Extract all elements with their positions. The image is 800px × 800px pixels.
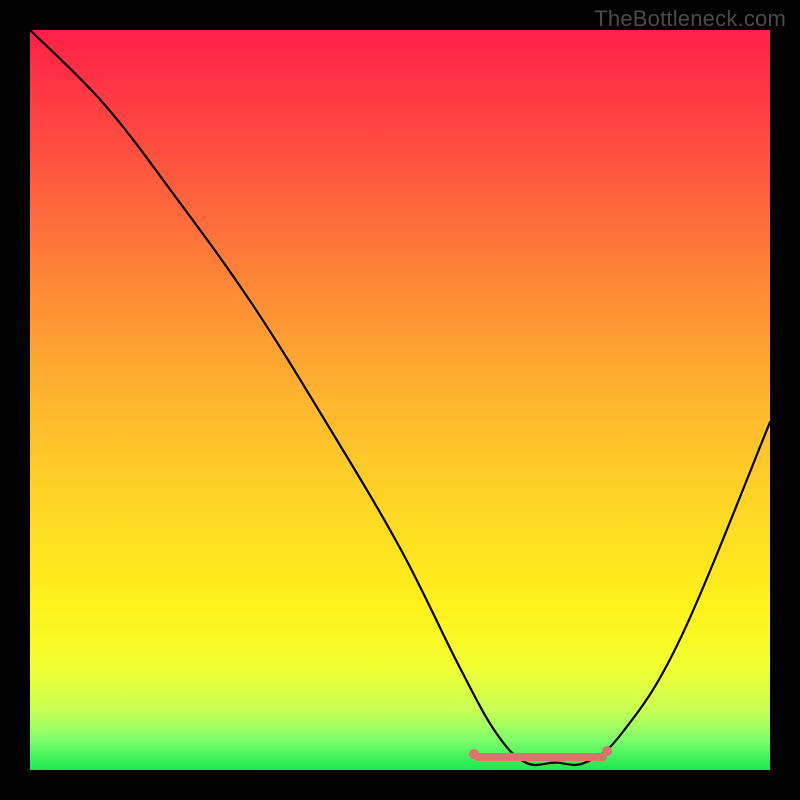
optimal-range-marker (474, 753, 607, 761)
chart-plot-area (30, 30, 770, 770)
optimal-range-dot-left (469, 749, 479, 759)
watermark-label: TheBottleneck.com (594, 6, 786, 32)
bottleneck-curve (30, 30, 770, 770)
